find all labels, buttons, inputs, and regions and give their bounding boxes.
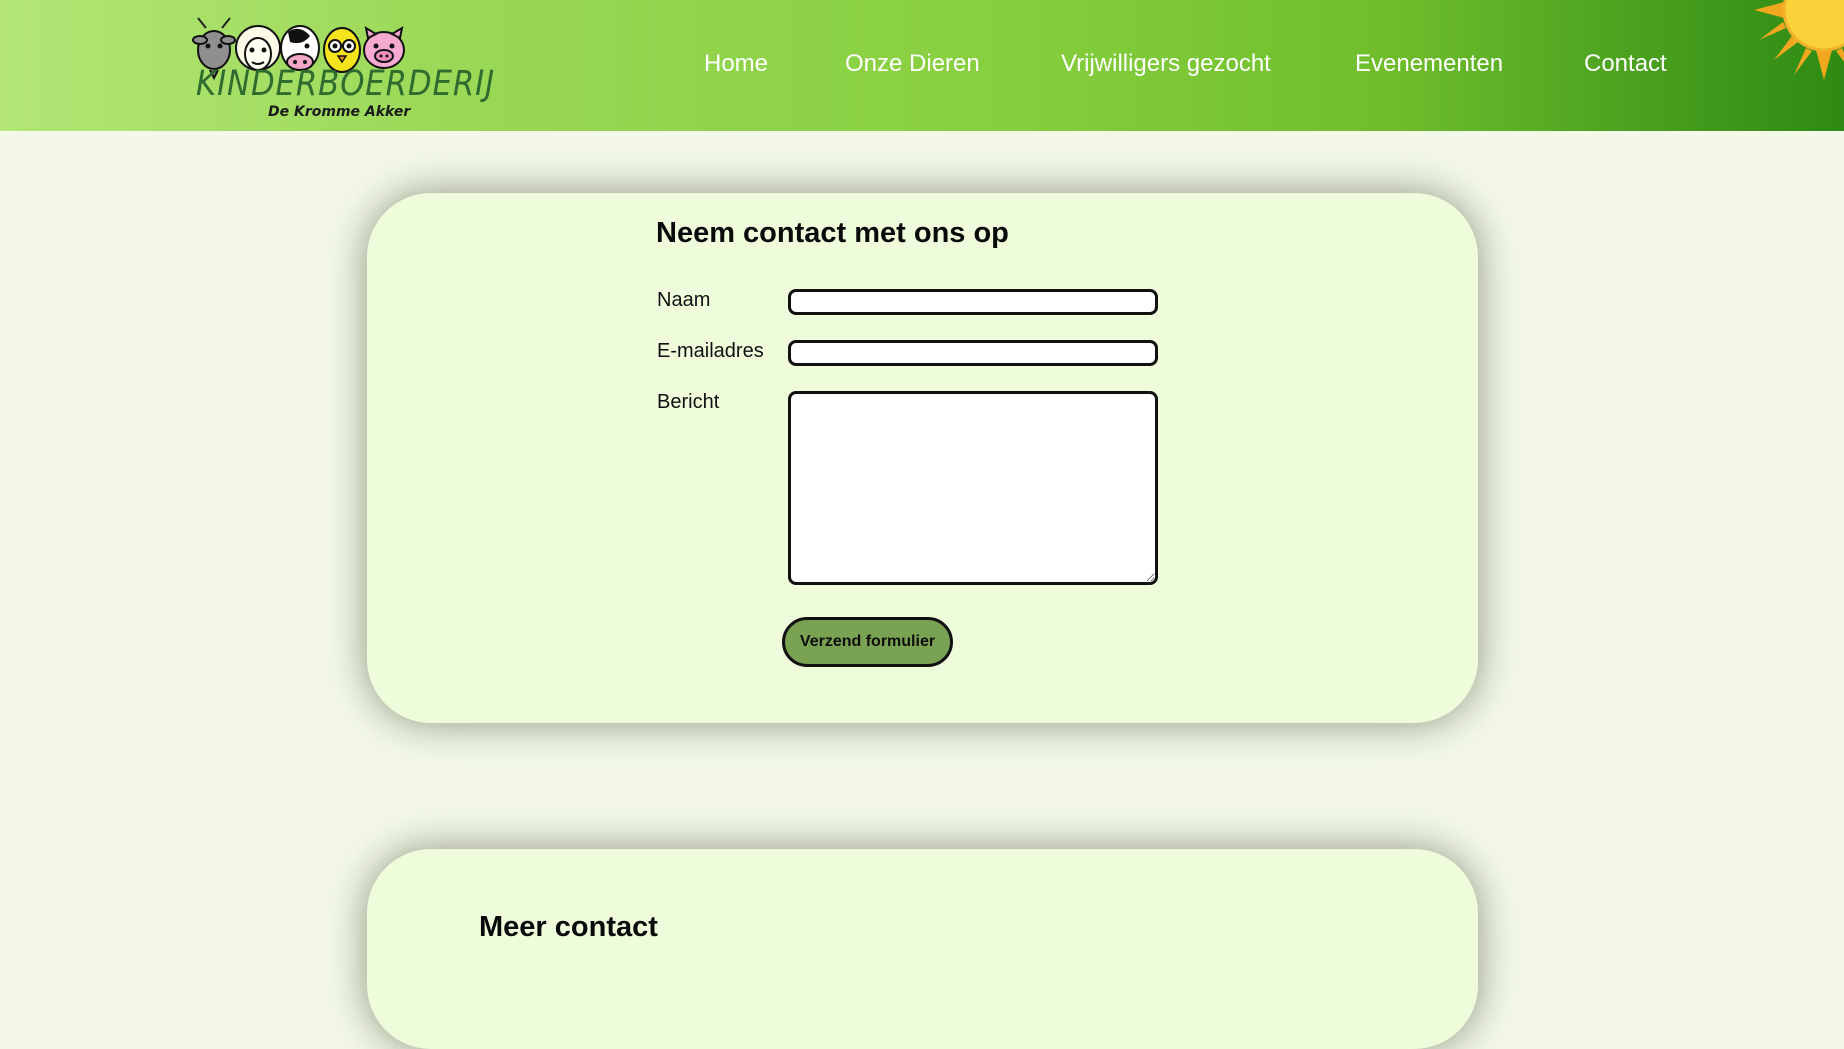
form-title: Neem contact met ons op (656, 217, 1009, 249)
message-label: Bericht (657, 391, 720, 413)
logo-title: KINDERBOERDERIJ (196, 64, 496, 104)
nav-vrijwilligers[interactable]: Vrijwilligers gezocht (1061, 50, 1271, 78)
email-label: E-mailadres (657, 340, 764, 362)
nav-onze-dieren[interactable]: Onze Dieren (845, 50, 980, 78)
nav-home[interactable]: Home (704, 50, 768, 78)
name-field[interactable] (788, 289, 1158, 315)
logo-subtitle: De Kromme Akker (268, 104, 411, 120)
second-card: Meer contact (367, 849, 1478, 1049)
second-card-title: Meer contact (479, 911, 658, 943)
site-header: KINDERBOERDERIJ De Kromme Akker Home Onz… (0, 0, 1844, 131)
nav-contact[interactable]: Contact (1584, 50, 1667, 78)
email-field[interactable] (788, 340, 1158, 366)
submit-button[interactable]: Verzend formulier (782, 617, 953, 667)
message-field[interactable] (788, 391, 1158, 585)
name-label: Naam (657, 289, 711, 311)
nav-evenementen[interactable]: Evenementen (1355, 50, 1503, 78)
contact-form-card: Neem contact met ons op Naam E-mailadres… (367, 193, 1478, 723)
pig-icon (363, 25, 405, 69)
sun-icon (1754, 0, 1844, 80)
